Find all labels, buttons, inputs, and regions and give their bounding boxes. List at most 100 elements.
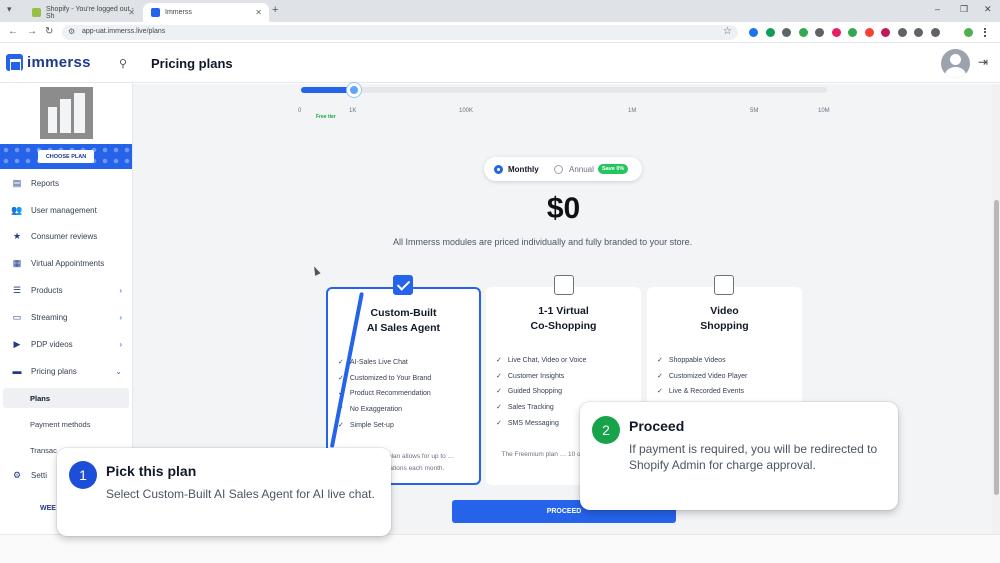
plan-checkbox-ai-sales-agent[interactable] [393, 275, 413, 295]
sidebar-item-pdp-videos[interactable]: ▶ PDP videos › [0, 333, 132, 355]
browser-extension-icon[interactable] [815, 28, 824, 37]
slider-tick: 10M [818, 108, 830, 114]
monthly-radio[interactable] [494, 165, 503, 174]
feature-item: ✓ Live & Recorded Events [657, 387, 744, 396]
app-header: immerss ⚲ Pricing plans ⇥ [0, 43, 1000, 83]
browser-extension-icon[interactable] [914, 28, 923, 37]
browser-tab-shopify[interactable]: Shopify - You're logged out - Sh ✕ [24, 3, 142, 22]
browser-menu-icon[interactable] [984, 28, 993, 37]
browser-extension-icon[interactable] [798, 28, 808, 37]
pin-sidebar-icon[interactable]: ⚲ [119, 57, 127, 70]
slider-tick: 1M [628, 108, 637, 114]
logo-text: immerss [27, 54, 91, 71]
browser-extension-icon[interactable] [831, 28, 841, 37]
check-icon: ✓ [338, 359, 344, 366]
sidebar-item-label: Virtual Appointments [31, 258, 105, 268]
sidebar-item-label: Products [31, 285, 63, 295]
close-tab-icon[interactable]: ✕ [128, 8, 135, 17]
price-note: All Immerss modules are priced individua… [393, 237, 693, 247]
sidebar-bottom-link[interactable]: WEE [40, 505, 56, 512]
tab-label: Shopify - You're logged out - Sh [46, 5, 134, 20]
back-icon[interactable]: ← [8, 26, 18, 37]
free-tier-label: Free tier [316, 114, 336, 120]
scrollbar-thumb[interactable] [994, 200, 999, 495]
sidebar-item-label: Setti [31, 470, 48, 480]
feature-item: ✓ Customized to Your Brand [338, 374, 432, 383]
plan-title-line1: 1-1 Virtual [538, 305, 589, 317]
sidebar-item-streaming[interactable]: ▭ Streaming › [0, 306, 132, 328]
tab-search-icon[interactable]: ▾ [7, 4, 12, 15]
callout-title: Proceed [629, 418, 685, 434]
logout-icon[interactable]: ⇥ [978, 55, 988, 69]
logo-mark-icon [6, 54, 23, 71]
plan-title-line2: Shopping [700, 320, 749, 332]
minimize-icon[interactable]: – [935, 4, 940, 14]
annual-radio[interactable] [554, 165, 563, 174]
plan-checkbox-co-shopping[interactable] [554, 275, 574, 295]
pricing-icon: ▬ [12, 366, 22, 376]
reload-icon[interactable]: ↻ [45, 26, 53, 37]
video-icon: ▶ [13, 338, 21, 349]
choose-plan-button[interactable]: CHOOSE PLAN [38, 150, 94, 163]
feature-item: ✓ Customer Insights [496, 372, 565, 381]
plan-checkbox-video-shopping[interactable] [714, 275, 734, 295]
site-info-icon[interactable]: ⚙ [68, 27, 75, 36]
calendar-icon: ▦ [12, 257, 22, 268]
bookmark-star-icon[interactable]: ☆ [723, 26, 732, 37]
check-icon: ✓ [657, 388, 663, 395]
feature-item: ✓No Exaggeration [338, 405, 402, 414]
list-icon: ☰ [12, 284, 22, 295]
sidebar-item-label: Reports [31, 178, 60, 188]
forward-icon[interactable]: → [27, 26, 37, 37]
browser-extension-icon[interactable] [930, 28, 940, 37]
monthly-label[interactable]: Monthly [508, 165, 539, 174]
sidebar-item-reports[interactable]: ▤ Reports [0, 172, 132, 194]
gear-icon: ⚙ [12, 469, 22, 480]
sidebar-item-consumer-reviews[interactable]: ★ Consumer reviews [0, 225, 132, 247]
feature-item: ✓ Live Chat, Video or Voice [496, 356, 587, 365]
check-icon: ✓ [496, 420, 502, 427]
annual-label[interactable]: Annual [569, 165, 594, 174]
new-tab-icon[interactable]: + [272, 4, 278, 16]
chevron-right-icon: › [119, 285, 122, 295]
browser-extension-icon[interactable] [782, 28, 791, 37]
feature-item: ✓ Simple Set-up [338, 421, 394, 430]
sidebar-item-products[interactable]: ☰ Products › [0, 279, 132, 301]
feature-item: ✓Product Recommendation [338, 389, 431, 398]
feature-item: ✓ Sales Tracking [496, 403, 554, 412]
sidebar-item-label: Consumer reviews [31, 231, 98, 241]
usage-slider-track[interactable] [301, 87, 827, 93]
sidebar-subitem-plans[interactable]: Plans [3, 388, 129, 408]
profile-icon[interactable] [964, 28, 973, 37]
check-icon: ✓ [338, 422, 344, 429]
browser-tab-immerss[interactable]: Immerss ✕ [143, 3, 269, 22]
slider-tick: 0 [298, 108, 302, 114]
slider-tick: 100K [459, 108, 474, 114]
star-icon: ★ [12, 230, 22, 241]
browser-extension-icon[interactable] [848, 28, 857, 37]
sidebar-subitem-payment-methods[interactable]: Payment methods [3, 414, 129, 434]
usage-slider-thumb[interactable] [347, 83, 361, 97]
browser-extension-icon[interactable] [897, 28, 907, 37]
monitor-icon: ▭ [12, 311, 22, 322]
close-tab-icon[interactable]: ✕ [255, 8, 262, 17]
maximize-icon[interactable]: ❐ [960, 4, 968, 15]
sidebar-item-label: Streaming [31, 312, 68, 322]
check-icon: ✓ [657, 373, 663, 380]
sidebar-item-pricing-plans[interactable]: ▬ Pricing plans ⌄ [0, 360, 132, 382]
reports-icon: ▤ [12, 177, 22, 188]
shopify-favicon-icon [32, 8, 41, 17]
slider-tick: 5M [750, 108, 759, 114]
sidebar-item-virtual-appointments[interactable]: ▦ Virtual Appointments [0, 252, 132, 274]
immerss-logo[interactable]: immerss [6, 54, 91, 71]
close-window-icon[interactable]: ✕ [984, 4, 992, 15]
plan-title-line1: Video [710, 305, 739, 317]
avatar[interactable] [941, 49, 970, 78]
browser-extension-icon[interactable] [881, 28, 890, 37]
browser-extension-icon[interactable] [749, 28, 758, 37]
save-badge: Save 0% [598, 164, 629, 174]
browser-extension-icon[interactable] [765, 28, 775, 37]
address-bar[interactable]: ⚙ app-uat.immerss.live/plans ☆ [62, 25, 738, 40]
browser-extension-icon[interactable] [864, 28, 874, 37]
step-number-badge: 2 [592, 416, 620, 444]
